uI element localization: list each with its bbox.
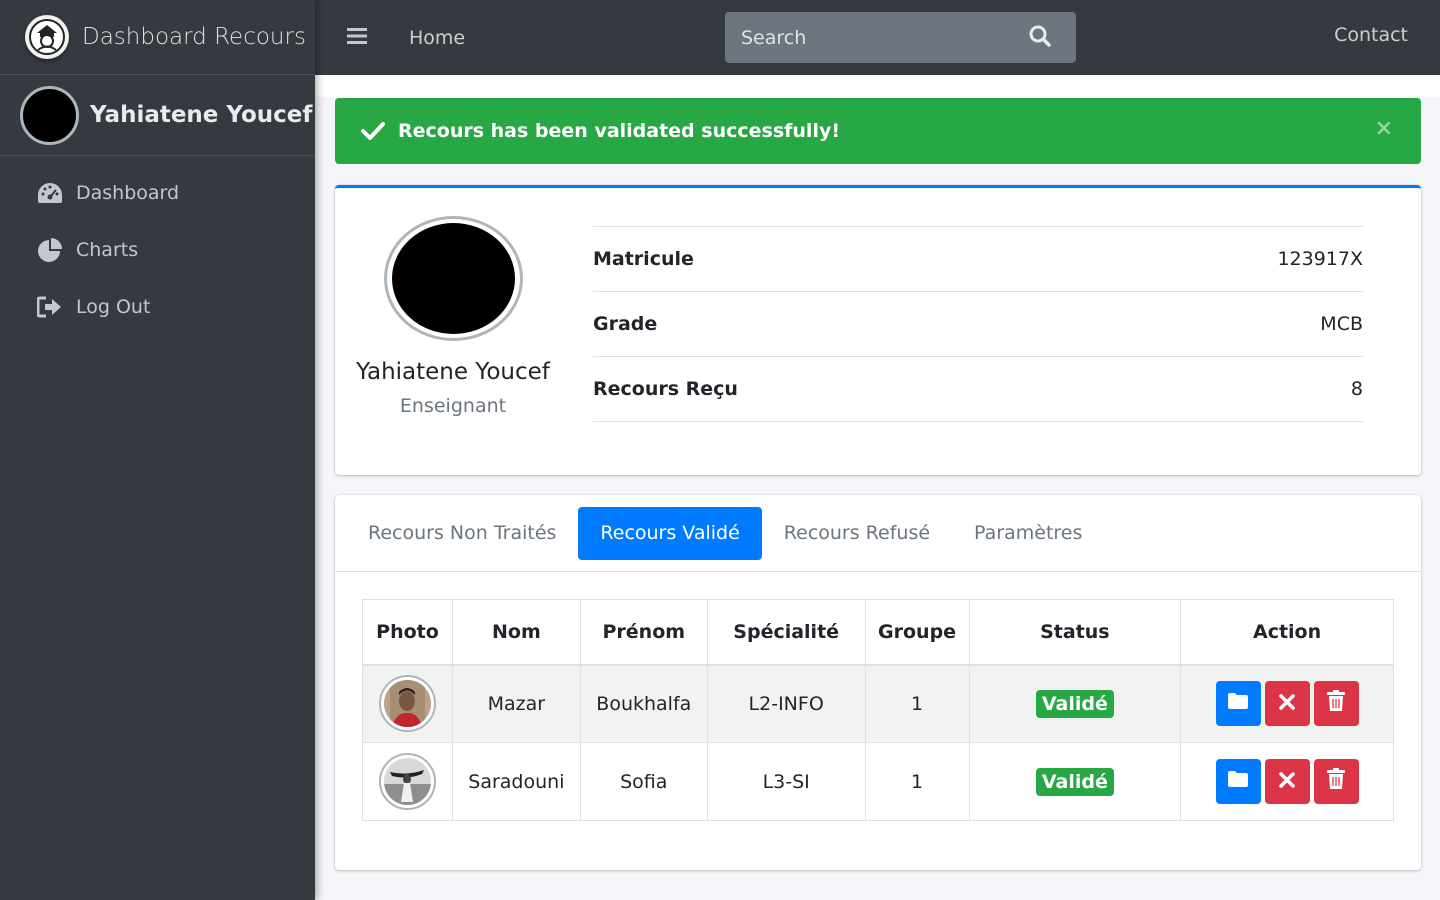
sign-out-icon xyxy=(36,293,64,321)
hamburger-icon xyxy=(347,27,367,49)
refuse-button[interactable] xyxy=(1264,681,1310,727)
user-panel[interactable]: Yahiatene Youcef xyxy=(0,75,315,156)
view-folder-button[interactable] xyxy=(1215,681,1261,727)
table-row: Mazar Boukhalfa L2-INFO 1 Validé xyxy=(362,664,1394,743)
close-icon xyxy=(1279,693,1295,715)
search-button[interactable] xyxy=(1015,12,1065,63)
content-header xyxy=(315,75,1440,97)
delete-button[interactable] xyxy=(1313,759,1359,804)
alert-close-button[interactable]: × xyxy=(1375,118,1393,140)
brand-logo xyxy=(25,15,69,59)
folder-icon xyxy=(1227,770,1249,793)
specialite-cell: L3-SI xyxy=(706,742,866,821)
column-header-nom: Nom xyxy=(451,599,581,665)
info-label: Grade xyxy=(593,313,658,335)
table-header-row: Photo Nom Prénom Spécialité Groupe Statu… xyxy=(362,599,1394,665)
tab-parametres[interactable]: Paramètres xyxy=(952,507,1104,560)
student-photo xyxy=(378,753,436,810)
column-header-photo: Photo xyxy=(362,599,453,665)
recours-table: Photo Nom Prénom Spécialité Groupe Statu… xyxy=(362,599,1394,821)
action-cell xyxy=(1180,664,1394,743)
column-header-groupe: Groupe xyxy=(864,599,970,665)
table-row: Saradouni Sofia L3-SI 1 Validé xyxy=(362,742,1394,821)
info-label: Recours Reçu xyxy=(593,378,738,400)
prenom-cell: Sofia xyxy=(579,742,708,821)
profile-role: Enseignant xyxy=(399,395,507,417)
refuse-button[interactable] xyxy=(1264,759,1310,804)
info-row-recours-recu: Recours Reçu 8 xyxy=(593,357,1363,422)
brand-title: Dashboard Recours xyxy=(82,24,306,50)
sidebar-item-label: Log Out xyxy=(76,295,151,318)
home-link[interactable]: Home xyxy=(409,27,465,49)
trash-icon xyxy=(1327,768,1346,795)
trash-icon xyxy=(1327,690,1346,717)
delete-button[interactable] xyxy=(1313,681,1359,727)
brand[interactable]: Dashboard Recours xyxy=(0,0,315,75)
prenom-cell: Boukhalfa xyxy=(579,664,708,743)
photo-cell xyxy=(362,664,453,743)
status-cell: Validé xyxy=(968,742,1182,821)
status-badge: Validé xyxy=(1035,689,1114,718)
profile-card: Yahiatene Youcef Enseignant Matricule 12… xyxy=(335,185,1421,475)
menu-toggle-button[interactable] xyxy=(337,18,377,58)
close-icon xyxy=(1279,771,1295,793)
tachometer-icon xyxy=(36,179,64,207)
contact-link[interactable]: Contact xyxy=(1334,24,1408,46)
tab-recours-non-traites[interactable]: Recours Non Traités xyxy=(346,507,578,560)
check-icon xyxy=(361,121,385,141)
folder-icon xyxy=(1227,692,1249,715)
search-input[interactable] xyxy=(725,26,1015,49)
info-row-grade: Grade MCB xyxy=(593,292,1363,357)
column-header-specialite: Spécialité xyxy=(706,599,866,665)
main-content: Recours has been validated successfully!… xyxy=(315,75,1440,900)
sidebar-item-dashboard[interactable]: Dashboard xyxy=(0,164,315,221)
column-header-action: Action xyxy=(1180,599,1394,665)
profile-name: Yahiatene Youcef xyxy=(356,359,550,385)
profile-info-list: Matricule 123917X Grade MCB Recours Reçu… xyxy=(593,226,1363,422)
profile-avatar xyxy=(383,216,523,341)
sidebar-item-charts[interactable]: Charts xyxy=(0,221,315,278)
info-value: 123917X xyxy=(1277,248,1363,270)
status-badge: Validé xyxy=(1035,767,1114,796)
student-photo xyxy=(378,675,436,733)
success-alert: Recours has been validated successfully!… xyxy=(335,98,1421,164)
groupe-cell: 1 xyxy=(864,664,970,743)
sidebar-item-label: Dashboard xyxy=(76,181,180,204)
info-label: Matricule xyxy=(593,248,694,270)
user-name: Yahiatene Youcef xyxy=(90,102,313,128)
info-value: MCB xyxy=(1320,313,1363,335)
sidebar-item-logout[interactable]: Log Out xyxy=(0,278,315,335)
pie-chart-icon xyxy=(36,236,64,264)
sidebar: Dashboard Recours Yahiatene Youcef Dashb… xyxy=(0,0,315,900)
nom-cell: Mazar xyxy=(451,664,581,743)
status-cell: Validé xyxy=(968,664,1182,743)
groupe-cell: 1 xyxy=(864,742,970,821)
photo-cell xyxy=(362,742,453,821)
recours-card: Recours Non Traités Recours Validé Recou… xyxy=(335,495,1421,870)
alert-message: Recours has been validated successfully! xyxy=(398,120,841,142)
search-box xyxy=(725,12,1076,63)
column-header-prenom: Prénom xyxy=(579,599,708,665)
info-row-matricule: Matricule 123917X xyxy=(593,227,1363,292)
tab-recours-valide[interactable]: Recours Validé xyxy=(578,506,762,560)
info-value: 8 xyxy=(1350,378,1363,400)
avatar xyxy=(20,85,79,145)
column-header-status: Status xyxy=(968,599,1182,665)
search-icon xyxy=(1029,25,1051,51)
specialite-cell: L2-INFO xyxy=(706,664,866,743)
tab-recours-refuse[interactable]: Recours Refusé xyxy=(762,507,952,560)
nom-cell: Saradouni xyxy=(451,742,581,821)
tabs-nav: Recours Non Traités Recours Validé Recou… xyxy=(335,495,1421,572)
sidebar-nav: Dashboard Charts Log Out xyxy=(0,156,315,335)
view-folder-button[interactable] xyxy=(1215,759,1261,804)
sidebar-item-label: Charts xyxy=(76,238,139,261)
action-cell xyxy=(1180,742,1394,821)
profile-summary: Yahiatene Youcef Enseignant xyxy=(335,188,571,417)
topbar: Home Contact xyxy=(315,0,1440,75)
